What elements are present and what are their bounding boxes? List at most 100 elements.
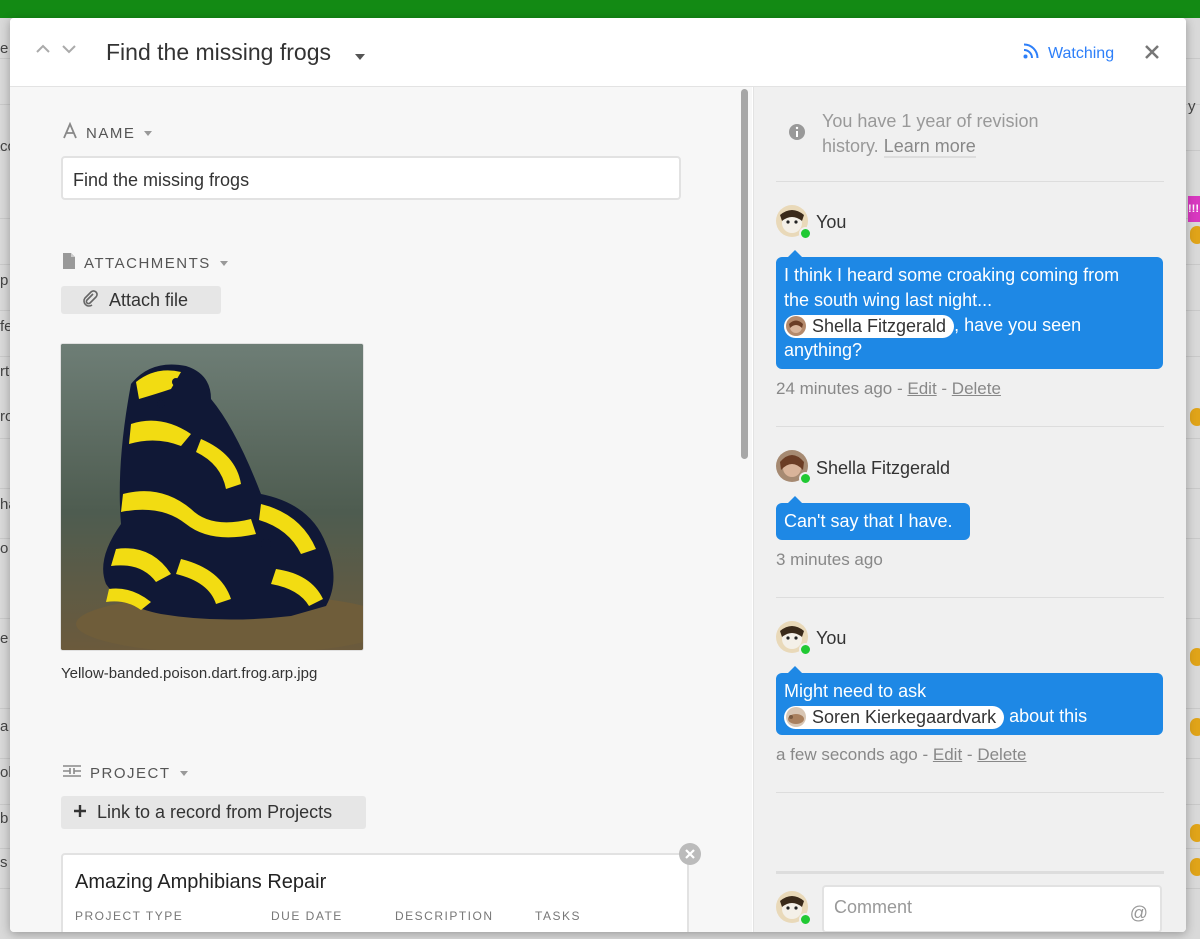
link-record-button[interactable]: Link to a record from Projects (61, 796, 366, 829)
fields-scrollbar[interactable] (741, 89, 748, 459)
frog-image (61, 344, 363, 650)
bg-status-dot (1190, 718, 1200, 736)
paperclip-icon (81, 289, 99, 312)
bg-fragment: b (0, 810, 9, 827)
watching-label: Watching (1048, 44, 1115, 62)
delete-comment-link[interactable]: Delete (977, 745, 1026, 764)
bg-fragment: y (1188, 98, 1196, 115)
bg-priority-badge: !!! (1188, 196, 1200, 222)
comment-meta: 3 minutes ago (776, 550, 883, 570)
online-status-indicator (799, 913, 812, 926)
comment-timestamp: 3 minutes ago (776, 550, 883, 569)
comment-text-segment: about this (1004, 706, 1088, 726)
rss-icon (1022, 42, 1040, 65)
comment-timestamp: a few seconds ago (776, 745, 918, 764)
linked-project-title: Amazing Amphibians Repair (75, 871, 327, 893)
name-field-label: NAME (62, 121, 153, 144)
chevron-down-icon[interactable] (60, 40, 78, 58)
attach-file-label: Attach file (109, 289, 189, 310)
bg-fragment: p (0, 272, 9, 289)
bg-fragment: rt (0, 363, 10, 380)
comment-text-line: Might need to ask (784, 681, 927, 701)
attachment-filename[interactable]: Yellow-banded.poison.dart.frog.arp.jpg (61, 665, 317, 682)
revision-history-note: You have 1 year of revision history. Lea… (822, 109, 1082, 159)
project-label: PROJECT (90, 764, 171, 782)
comment-author: You (816, 628, 847, 648)
comment-meta: 24 minutes ago - Edit - Delete (776, 379, 1001, 398)
attachments-field-label: ATTACHMENTS (62, 252, 229, 274)
activity-divider (776, 597, 1164, 598)
online-status-indicator (799, 643, 812, 656)
activity-pane: You have 1 year of revision history. Lea… (753, 87, 1186, 932)
online-status-indicator (799, 472, 812, 485)
comment-bubble: Might need to ask Soren Kierkegaardvark … (776, 666, 1163, 735)
bg-status-dot (1190, 824, 1200, 842)
bg-status-dot (1190, 648, 1200, 666)
card-column-header: DUE DATE (271, 909, 343, 923)
attach-file-button[interactable]: Attach file (61, 286, 221, 314)
modal-header: Find the missing frogs Watching (10, 18, 1186, 87)
comment-bubble: I think I heard some croaking coming fro… (776, 250, 1163, 369)
watching-toggle[interactable]: Watching (1022, 42, 1114, 65)
field-menu-caret-icon[interactable] (179, 765, 189, 782)
comment-text-line: Soren Kierkegaardvark about this (784, 704, 1155, 729)
card-column-header: TASKS (535, 909, 581, 923)
bg-fragment: a (0, 718, 9, 735)
comment-input[interactable]: Comment @ (822, 885, 1162, 932)
delete-comment-link[interactable]: Delete (952, 379, 1001, 398)
record-expanded-modal: Find the missing frogs Watching NAME Fin… (10, 18, 1186, 932)
title-dropdown-caret-icon[interactable] (354, 48, 366, 66)
mention-name: Shella Fitzgerald (812, 315, 947, 336)
mention-at-icon[interactable]: @ (1130, 903, 1148, 924)
attachment-thumbnail[interactable] (60, 343, 364, 651)
bg-status-dot (1190, 408, 1200, 426)
bg-status-dot (1190, 858, 1200, 876)
close-icon[interactable] (1142, 42, 1162, 67)
text-type-icon (62, 121, 78, 144)
edit-comment-link[interactable]: Edit (907, 379, 936, 398)
learn-more-link[interactable]: Learn more (883, 136, 976, 158)
name-input[interactable]: Find the missing frogs (61, 156, 681, 200)
mention-avatar (786, 707, 806, 728)
app-top-bar (0, 0, 1200, 18)
user-mention[interactable]: Soren Kierkegaardvark (784, 705, 1005, 729)
name-label: NAME (86, 124, 136, 142)
comment-bubble: Can't say that I have. (776, 496, 970, 540)
user-mention[interactable]: Shella Fitzgerald (784, 314, 955, 338)
chevron-up-icon[interactable] (34, 40, 52, 58)
edit-comment-link[interactable]: Edit (933, 745, 962, 764)
document-icon (62, 252, 76, 274)
record-title[interactable]: Find the missing frogs (106, 39, 331, 66)
bg-fragment: e (0, 40, 9, 57)
mention-avatar (786, 316, 806, 337)
field-menu-caret-icon[interactable] (219, 255, 229, 272)
project-field-label: PROJECT (62, 763, 189, 783)
comment-author: You (816, 212, 847, 232)
info-icon (788, 123, 806, 146)
comment-placeholder: Comment (834, 897, 913, 917)
comment-text-segment: , have you seen (954, 315, 1082, 335)
remove-link-icon[interactable] (678, 842, 702, 871)
activity-divider (776, 426, 1164, 427)
comment-composer-divider (776, 871, 1164, 874)
comment-text-line: Shella Fitzgerald , have you seen (784, 313, 1155, 338)
comment-timestamp: 24 minutes ago (776, 379, 893, 398)
bg-status-dot (1190, 226, 1200, 244)
field-menu-caret-icon[interactable] (143, 125, 153, 142)
activity-divider (776, 181, 1164, 182)
comment-meta: a few seconds ago - Edit - Delete (776, 745, 1027, 764)
link-record-icon (62, 763, 82, 783)
comment-text-line: anything? (784, 340, 863, 360)
comment-text: Can't say that I have. (784, 511, 953, 531)
bg-fragment: e (0, 630, 9, 647)
comment-text-line: the south wing last night... (784, 290, 993, 310)
linked-project-card[interactable]: Amazing Amphibians Repair PROJECT TYPE D… (61, 853, 689, 932)
record-navigation (34, 40, 78, 58)
online-status-indicator (799, 227, 812, 240)
card-column-header: PROJECT TYPE (75, 909, 184, 923)
link-record-label: Link to a record from Projects (97, 802, 333, 822)
attachments-label: ATTACHMENTS (84, 254, 211, 272)
card-column-header: DESCRIPTION (395, 909, 494, 923)
plus-icon (73, 802, 87, 823)
activity-divider (776, 792, 1164, 793)
